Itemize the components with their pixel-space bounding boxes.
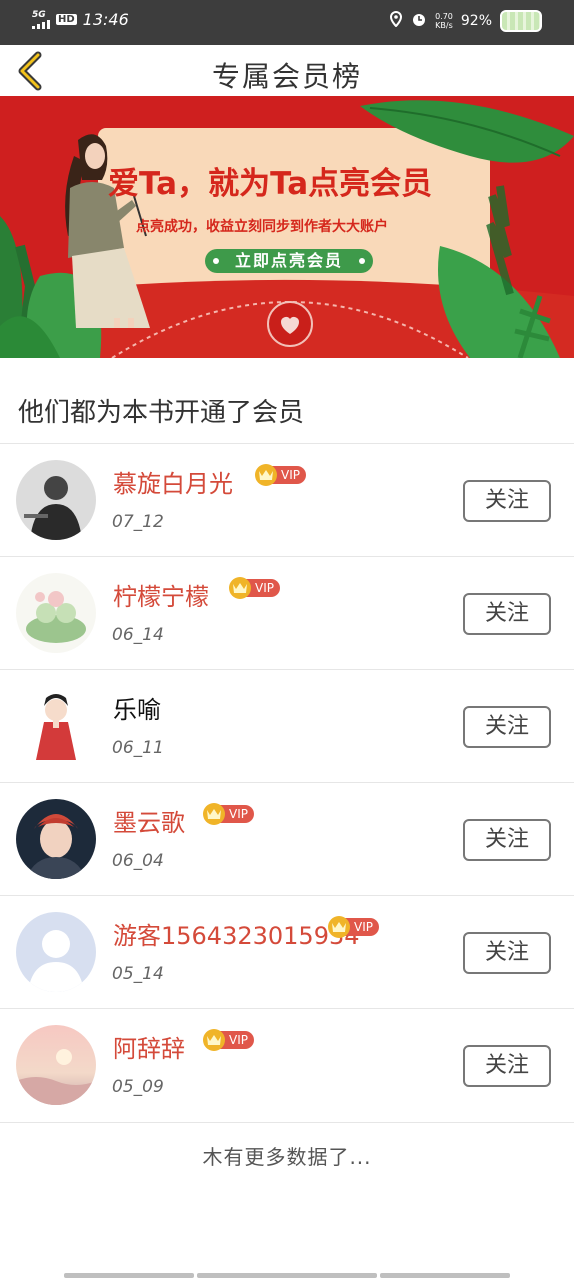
crown-icon <box>328 916 350 938</box>
divider <box>0 1122 574 1123</box>
follow-button[interactable]: 关注 <box>463 1045 551 1087</box>
network-speed: 0.70 KB/s <box>435 12 453 30</box>
hd-badge: HD <box>56 14 77 25</box>
crown-icon <box>203 803 225 825</box>
banner-headline: 爱Ta，就为Ta点亮会员 <box>108 166 433 202</box>
section-title: 他们都为本书开通了会员 <box>18 398 305 428</box>
follow-button[interactable]: 关注 <box>463 706 551 748</box>
vip-badge: VIP <box>203 803 254 825</box>
member-row[interactable]: 游客1564323015934 VIP 05_14 关注 <box>0 896 574 1008</box>
member-name: 阿辞辞 <box>113 1035 185 1063</box>
vip-badge: VIP <box>328 916 379 938</box>
avatar[interactable] <box>16 686 96 766</box>
member-date: 05_09 <box>112 1077 164 1097</box>
follow-button[interactable]: 关注 <box>463 593 551 635</box>
light-up-membership-button[interactable]: 立即点亮会员 <box>205 249 373 273</box>
avatar[interactable] <box>16 799 96 879</box>
member-row[interactable]: 慕旋白月光 VIP 07_12 关注 <box>0 444 574 556</box>
member-name: 墨云歌 <box>113 809 185 837</box>
nav-bar-segment <box>197 1273 377 1278</box>
avatar[interactable] <box>16 460 96 540</box>
vip-badge: VIP <box>255 464 306 486</box>
battery-percent: 92% <box>460 13 492 29</box>
member-date: 05_14 <box>112 964 164 984</box>
nav-header: 专属会员榜 <box>0 45 574 97</box>
member-date: 06_14 <box>112 625 164 645</box>
alarm-icon <box>411 11 427 31</box>
member-row[interactable]: 墨云歌 VIP 06_04 关注 <box>0 783 574 895</box>
vip-badge: VIP <box>229 577 280 599</box>
member-name: 慕旋白月光 <box>113 470 233 498</box>
avatar[interactable] <box>16 1025 96 1105</box>
page-title: 专属会员榜 <box>211 60 362 93</box>
network-type: 5G <box>32 9 46 20</box>
promo-banner[interactable]: 爱Ta，就为Ta点亮会员 点亮成功，收益立刻同步到作者大大账户 立即点亮会员 <box>0 96 574 358</box>
banner-subline: 点亮成功，收益立刻同步到作者大大账户 <box>136 219 388 235</box>
follow-button[interactable]: 关注 <box>463 480 551 522</box>
clock: 13:46 <box>82 10 129 29</box>
location-icon <box>389 10 403 31</box>
member-date: 06_11 <box>112 738 164 758</box>
nav-bar-segment <box>380 1273 510 1278</box>
crown-icon <box>229 577 251 599</box>
member-name: 乐喻 <box>113 696 161 724</box>
member-row[interactable]: 阿辞辞 VIP 05_09 关注 <box>0 1009 574 1121</box>
member-row[interactable]: 柠檬宁檬 VIP 06_14 关注 <box>0 557 574 669</box>
avatar[interactable] <box>16 573 96 653</box>
battery-icon <box>500 10 542 32</box>
no-more-data-text: 木有更多数据了... <box>202 1145 372 1169</box>
status-bar: 5G HD 13:46 0.70 KB/s 92% <box>0 0 574 45</box>
avatar[interactable] <box>16 912 96 992</box>
follow-button[interactable]: 关注 <box>463 932 551 974</box>
crown-icon <box>203 1029 225 1051</box>
member-name: 游客1564323015934 <box>113 922 360 950</box>
signal-icon: 5G <box>32 9 50 29</box>
member-date: 06_04 <box>112 851 164 871</box>
follow-button[interactable]: 关注 <box>463 819 551 861</box>
member-row[interactable]: 乐喻 06_11 关注 <box>0 670 574 782</box>
member-name: 柠檬宁檬 <box>113 583 209 611</box>
crown-icon <box>255 464 277 486</box>
nav-bar-segment <box>64 1273 194 1278</box>
vip-badge: VIP <box>203 1029 254 1051</box>
member-date: 07_12 <box>112 512 164 532</box>
